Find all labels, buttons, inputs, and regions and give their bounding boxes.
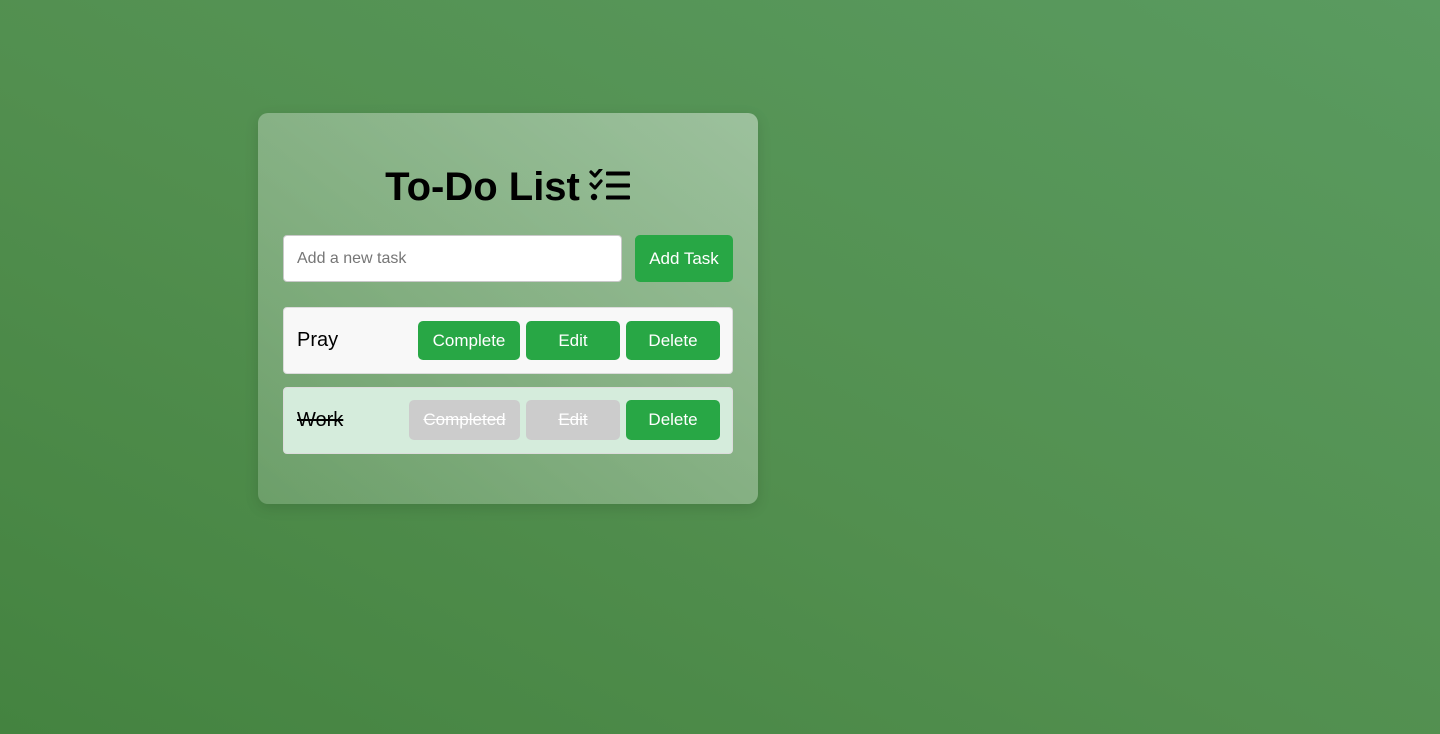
delete-task-button[interactable]: Delete xyxy=(626,400,720,440)
new-task-input[interactable] xyxy=(283,235,622,282)
page-header: To-Do List xyxy=(0,163,1016,211)
task-label: Pray xyxy=(297,329,339,351)
task-label: Work xyxy=(297,409,344,431)
delete-task-button[interactable]: Delete xyxy=(626,321,720,360)
edit-task-button-disabled: Edit xyxy=(526,400,620,440)
edit-task-button[interactable]: Edit xyxy=(526,321,620,360)
add-task-button[interactable]: Add Task xyxy=(635,235,733,282)
page-title: To-Do List xyxy=(385,165,580,209)
completed-task-button: Completed xyxy=(409,400,520,440)
checklist-icon xyxy=(589,167,631,205)
complete-task-button[interactable]: Complete xyxy=(418,321,520,360)
